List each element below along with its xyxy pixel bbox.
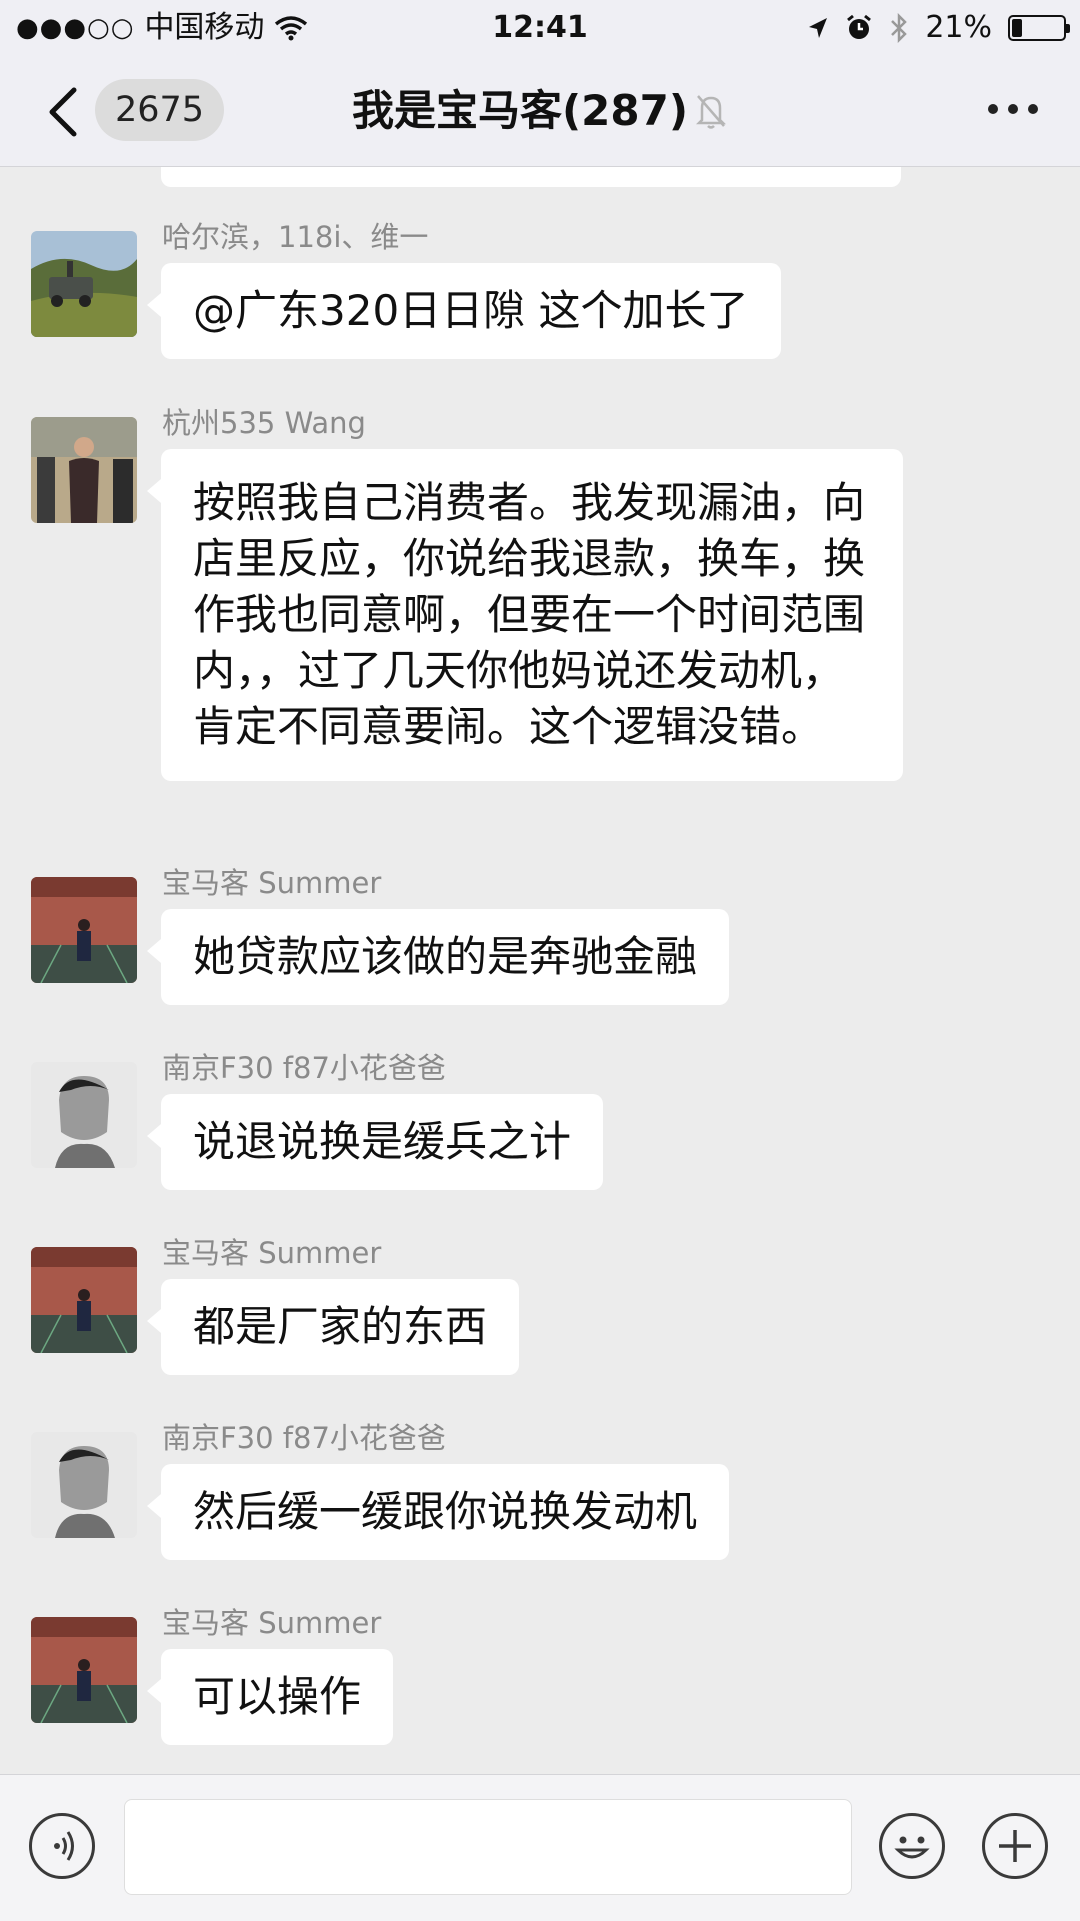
sender-name: 宝马客 Summer	[162, 1606, 382, 1640]
status-bar: ●●●○○ 中国移动 12:41 21%	[0, 0, 1080, 56]
message-bubble[interactable]: 她贷款应该做的是奔驰金融	[146, 909, 730, 1005]
bluetooth-icon	[891, 13, 908, 43]
chat-title: 我是宝马客(287)	[351, 86, 689, 135]
message-bubble[interactable]: 按照我自己消费者。我发现漏油，向店里反应，你说给我退款，换车，换作我也同意啊，但…	[147, 449, 903, 781]
battery-icon	[1008, 15, 1070, 41]
avatar[interactable]	[31, 1247, 137, 1353]
avatar[interactable]	[31, 1432, 137, 1538]
sender-name: 宝马客 Summer	[162, 1236, 382, 1270]
plus-icon	[999, 1830, 1031, 1862]
sender-name: 宝马客 Summer	[162, 866, 382, 900]
more-functions-button[interactable]	[982, 1813, 1048, 1879]
avatar[interactable]	[31, 1617, 137, 1723]
message-bubble[interactable]: @广东320日日隙 这个加长了	[147, 263, 781, 359]
message-bubble[interactable]: 都是厂家的东西	[146, 1279, 520, 1375]
avatar[interactable]	[31, 417, 137, 523]
message-bubble[interactable]: 说退说换是缓兵之计	[146, 1094, 604, 1190]
location-arrow-icon	[809, 18, 828, 38]
voice-icon	[54, 1831, 74, 1861]
message-list[interactable]: 哈尔滨，118i、维一 @广东320日日隙 这个加长了 杭州535 Wang 按…	[0, 167, 1080, 1774]
smiley-icon	[894, 1836, 930, 1859]
sender-name: 杭州535 Wang	[162, 406, 366, 440]
message-bubble[interactable]: 然后缓一缓跟你说换发动机	[146, 1464, 730, 1560]
more-options-button[interactable]	[988, 104, 1038, 114]
input-bar	[0, 1774, 1080, 1921]
previous-message-bubble	[161, 167, 901, 187]
avatar[interactable]	[31, 1062, 137, 1168]
message-bubble[interactable]: 可以操作	[146, 1649, 394, 1745]
mute-bell-icon	[696, 95, 727, 129]
alarm-icon	[847, 14, 872, 39]
avatar[interactable]	[31, 877, 137, 983]
battery-percent: 21%	[925, 10, 992, 45]
chat-header: 2675 我是宝马客(287)	[0, 56, 1080, 167]
voice-input-button[interactable]	[29, 1813, 95, 1879]
sender-name: 南京F30 f87小花爸爸	[162, 1421, 446, 1455]
sender-name: 南京F30 f87小花爸爸	[162, 1051, 446, 1085]
message-input[interactable]	[124, 1799, 852, 1895]
avatar[interactable]	[31, 231, 137, 337]
sender-name: 哈尔滨，118i、维一	[162, 220, 429, 254]
emoji-button[interactable]	[879, 1813, 945, 1879]
